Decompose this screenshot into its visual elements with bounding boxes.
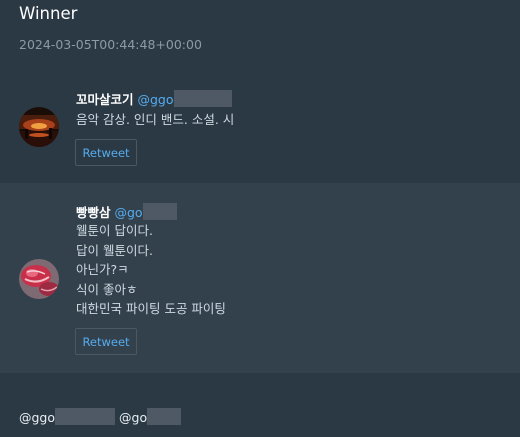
redacted-block [173, 90, 232, 107]
mention-text: @ggo [19, 410, 56, 425]
avatar [19, 259, 59, 299]
display-name[interactable]: 빵빵삼 [76, 205, 111, 220]
user-handle[interactable]: @go [114, 203, 177, 220]
redacted-block [55, 408, 116, 425]
bio-line: 대한민국 파이팅 도공 파이팅 [76, 301, 226, 316]
avatar [19, 107, 59, 147]
retweet-button[interactable]: Retweet [75, 139, 137, 166]
winner-title: Winner [19, 4, 78, 23]
retweet-button[interactable]: Retweet [75, 328, 137, 355]
redacted-block [142, 203, 177, 220]
mention-link[interactable]: @ggo [19, 408, 116, 425]
bio-line: 음악 감상. 인디 밴드. 소설. 시 [76, 112, 235, 127]
display-name[interactable]: 꼬마살코기 [76, 92, 134, 107]
handle-prefix: @go [114, 205, 143, 220]
bio-line: 웰툰이 답이다. [76, 223, 153, 238]
redacted-block [147, 408, 182, 425]
user-bio: 웰툰이 답이다. 답이 웰툰이다. 아닌가?ㅋ 식이 좋아ㅎ 대한민국 파이팅 … [76, 221, 226, 319]
name-line: 빵빵삼 @go [76, 202, 177, 220]
handle-prefix: @ggo [137, 92, 174, 107]
mention-link[interactable]: @go [119, 408, 182, 425]
name-line: 꼬마살코기 @ggo [76, 89, 232, 107]
bio-line: 아닌가?ㅋ [76, 262, 129, 277]
user-handle[interactable]: @ggo [137, 90, 232, 107]
candidate-card: 빵빵삼 @go 웰툰이 답이다. 답이 웰툰이다. 아닌가?ㅋ 식이 좋아ㅎ 대… [0, 183, 520, 373]
candidate-card: 꼬마살코기 @ggo 음악 감상. 인디 밴드. 소설. 시 Retweet [0, 71, 520, 183]
bio-line: 식이 좋아ㅎ [76, 281, 138, 297]
winner-mentions: @ggo @go [19, 408, 182, 425]
bio-line: 답이 웰툰이다. [76, 242, 153, 258]
timestamp: 2024-03-05T00:44:48+00:00 [19, 37, 202, 52]
mention-text: @go [119, 410, 148, 425]
user-bio: 음악 감상. 인디 밴드. 소설. 시 [76, 110, 234, 130]
